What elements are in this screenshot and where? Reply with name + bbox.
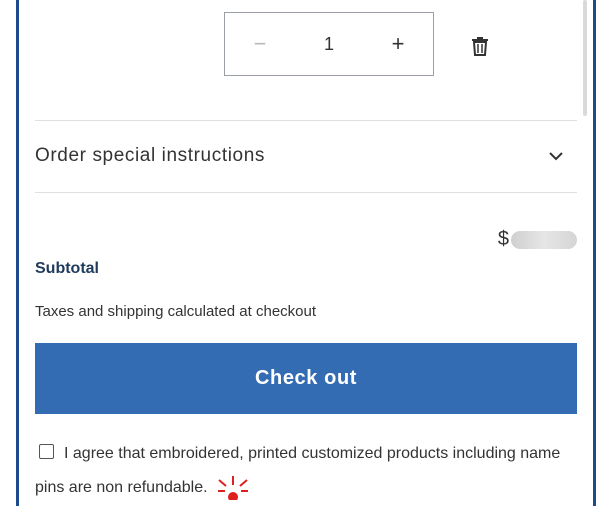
agreement-checkbox[interactable] [39, 444, 54, 459]
scrollbar[interactable] [583, 0, 587, 116]
plus-icon: + [391, 31, 405, 56]
order-instructions-label: Order special instructions [35, 145, 265, 166]
increase-quantity-button[interactable]: + [363, 13, 433, 75]
agreement-row: I agree that embroidered, printed custom… [35, 437, 577, 505]
divider [35, 192, 577, 193]
agreement-text: I agree that embroidered, printed custom… [35, 445, 561, 496]
subtotal-label: Subtotal [35, 260, 99, 277]
order-instructions-toggle[interactable]: Order special instructions [35, 120, 577, 192]
quantity-stepper: − 1 + [224, 12, 434, 76]
checkout-button[interactable]: Check out [35, 343, 577, 414]
cart-drawer: − 1 + Order special instructions $ Subto… [16, 0, 596, 506]
quantity-value[interactable]: 1 [295, 34, 363, 55]
minus-icon: − [253, 31, 267, 56]
tax-shipping-note: Taxes and shipping calculated at checkou… [35, 303, 317, 320]
redacted-price-amount [511, 230, 577, 249]
chevron-down-icon [549, 152, 563, 161]
currency-symbol: $ [497, 228, 509, 250]
decrease-quantity-button[interactable]: − [225, 13, 295, 75]
subtotal-price: $ [498, 228, 577, 251]
remove-item-button[interactable] [471, 36, 489, 56]
sparkle-icon [217, 476, 248, 500]
trash-icon [472, 37, 488, 56]
